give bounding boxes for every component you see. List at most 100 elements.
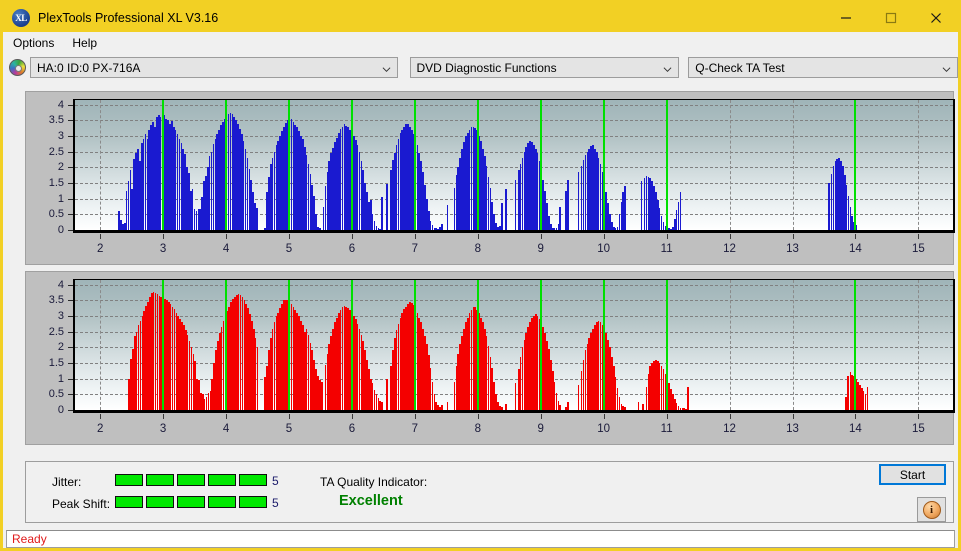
x-axis-tick-label: 7 <box>411 423 419 435</box>
y-axis-tick-mark <box>68 104 73 106</box>
x-axis-tick-label: 2 <box>96 423 104 435</box>
jitter-label: Jitter: <box>52 475 82 489</box>
close-icon[interactable] <box>913 3 958 32</box>
x-axis-tick-label: 14 <box>849 423 862 435</box>
marker-line <box>602 100 605 230</box>
x-axis-tick-mark <box>226 414 228 419</box>
disc-icon <box>9 59 26 76</box>
ta-quality-value: Excellent <box>339 493 403 509</box>
gridline-horizontal <box>75 104 953 106</box>
results-panel: Jitter: 5 Peak Shift: 5 TA Quality Indic… <box>25 461 954 523</box>
function-select[interactable]: DVD Diagnostic Functions <box>409 57 680 78</box>
chart-bar <box>567 179 569 230</box>
y-axis-tick-label: 2.5 <box>48 145 64 158</box>
y-axis-tick-mark <box>68 198 73 200</box>
start-button[interactable]: Start <box>879 464 946 485</box>
x-axis-tick-mark <box>918 414 920 419</box>
chart-bar <box>319 228 321 230</box>
x-axis-tick-mark <box>855 234 857 239</box>
y-axis-tick-label: 3.5 <box>48 114 64 127</box>
chart-bar <box>624 186 626 230</box>
chart-bar <box>679 192 682 230</box>
drive-select[interactable]: HA:0 ID:0 PX-716A <box>30 57 398 78</box>
x-axis-tick-mark <box>603 414 605 419</box>
chart-bar <box>386 378 388 410</box>
ta-quality-label: TA Quality Indicator: <box>320 475 428 489</box>
toolbar: HA:0 ID:0 PX-716A DVD Diagnostic Functio… <box>3 54 958 81</box>
drive-select-value: HA:0 ID:0 PX-716A <box>37 60 141 75</box>
marker-line <box>854 100 857 230</box>
x-axis-tick-label: 9 <box>537 243 544 255</box>
peak-shift-chart: 0 0.5 1 1.5 2 2.5 3 3.5 4 2 3 4 5 6 7 8 9 10 11 12 13 14 15 <box>26 272 955 444</box>
info-button[interactable]: i <box>917 497 946 522</box>
window-title: PlexTools Professional XL V3.16 <box>38 10 219 25</box>
x-axis-tick-mark <box>163 414 165 419</box>
application-window: XL PlexTools Professional XL V3.16 Optio… <box>0 0 961 551</box>
x-axis-tick-mark <box>351 414 353 419</box>
x-axis-tick-label: 15 <box>911 423 925 435</box>
x-axis-tick-label: 12 <box>723 243 736 255</box>
bargraph-segment <box>208 474 236 486</box>
gridline-horizontal <box>75 120 953 122</box>
minimize-icon[interactable] <box>823 3 868 32</box>
jitter-value: 5 <box>272 474 279 488</box>
chart-bar <box>446 204 449 230</box>
chart-bar <box>847 375 849 410</box>
marker-line <box>665 100 668 230</box>
chart-bar <box>640 181 643 230</box>
marker-line <box>476 280 479 410</box>
x-axis-tick-label: 11 <box>660 243 673 255</box>
xl-logo-icon: XL <box>12 8 30 27</box>
x-axis-tick-mark <box>477 414 479 419</box>
x-axis-tick-label: 10 <box>597 423 611 435</box>
marker-line <box>539 100 542 230</box>
marker-line <box>162 100 165 230</box>
chart-bar <box>577 384 580 410</box>
chart-bar <box>624 406 626 410</box>
x-axis-tick-mark <box>729 234 731 239</box>
gridline-horizontal <box>75 316 953 318</box>
chevron-down-icon <box>382 63 391 73</box>
menu-item-help[interactable]: Help <box>64 34 105 52</box>
x-axis-tick-label: 13 <box>786 243 799 255</box>
y-axis-tick-label: 2 <box>57 161 64 174</box>
chart-bar <box>256 347 259 410</box>
gridline-horizontal <box>75 363 953 364</box>
x-axis-tick-label: 6 <box>348 243 356 255</box>
y-axis-tick-label: 4 <box>57 278 64 291</box>
gridline-vertical <box>918 280 920 410</box>
bargraph-segment <box>177 474 205 486</box>
bargraph-segment <box>115 474 143 486</box>
gridline-horizontal <box>75 347 953 349</box>
y-axis-tick-label: 0 <box>57 404 64 416</box>
y-axis-tick-label: 3.5 <box>48 294 64 307</box>
y-axis-tick-label: 3 <box>57 310 64 323</box>
gridline-horizontal <box>75 230 953 231</box>
chart-bar <box>505 403 507 410</box>
x-axis-tick-mark <box>351 234 353 239</box>
function-select-value: DVD Diagnostic Functions <box>416 60 557 75</box>
status-text: Ready <box>12 532 47 546</box>
test-select[interactable]: Q-Check TA Test <box>688 57 958 78</box>
y-axis-tick-label: 3 <box>57 130 64 143</box>
chart-bar <box>637 402 640 410</box>
y-axis-tick-mark <box>68 284 73 286</box>
menu-bar: Options Help <box>3 32 958 54</box>
x-axis-tick-mark <box>414 234 416 239</box>
x-axis-tick-label: 6 <box>348 423 356 435</box>
chart-bar <box>559 206 562 230</box>
x-axis-tick-mark <box>100 234 102 239</box>
maximize-icon[interactable] <box>868 3 913 32</box>
x-axis-tick-mark <box>603 234 605 239</box>
x-axis-tick-mark <box>918 234 920 239</box>
marker-line <box>476 100 479 230</box>
x-axis-tick-label: 15 <box>911 243 925 255</box>
y-axis-tick-label: 2.5 <box>48 325 64 338</box>
x-axis-tick-mark <box>288 414 290 419</box>
info-icon: i <box>922 500 941 519</box>
y-axis-tick-label: 0.5 <box>48 208 64 221</box>
menu-item-options[interactable]: Options <box>5 34 62 52</box>
chart-bar <box>441 223 443 230</box>
chart-bar <box>828 183 830 230</box>
test-select-value: Q-Check TA Test <box>695 60 785 75</box>
